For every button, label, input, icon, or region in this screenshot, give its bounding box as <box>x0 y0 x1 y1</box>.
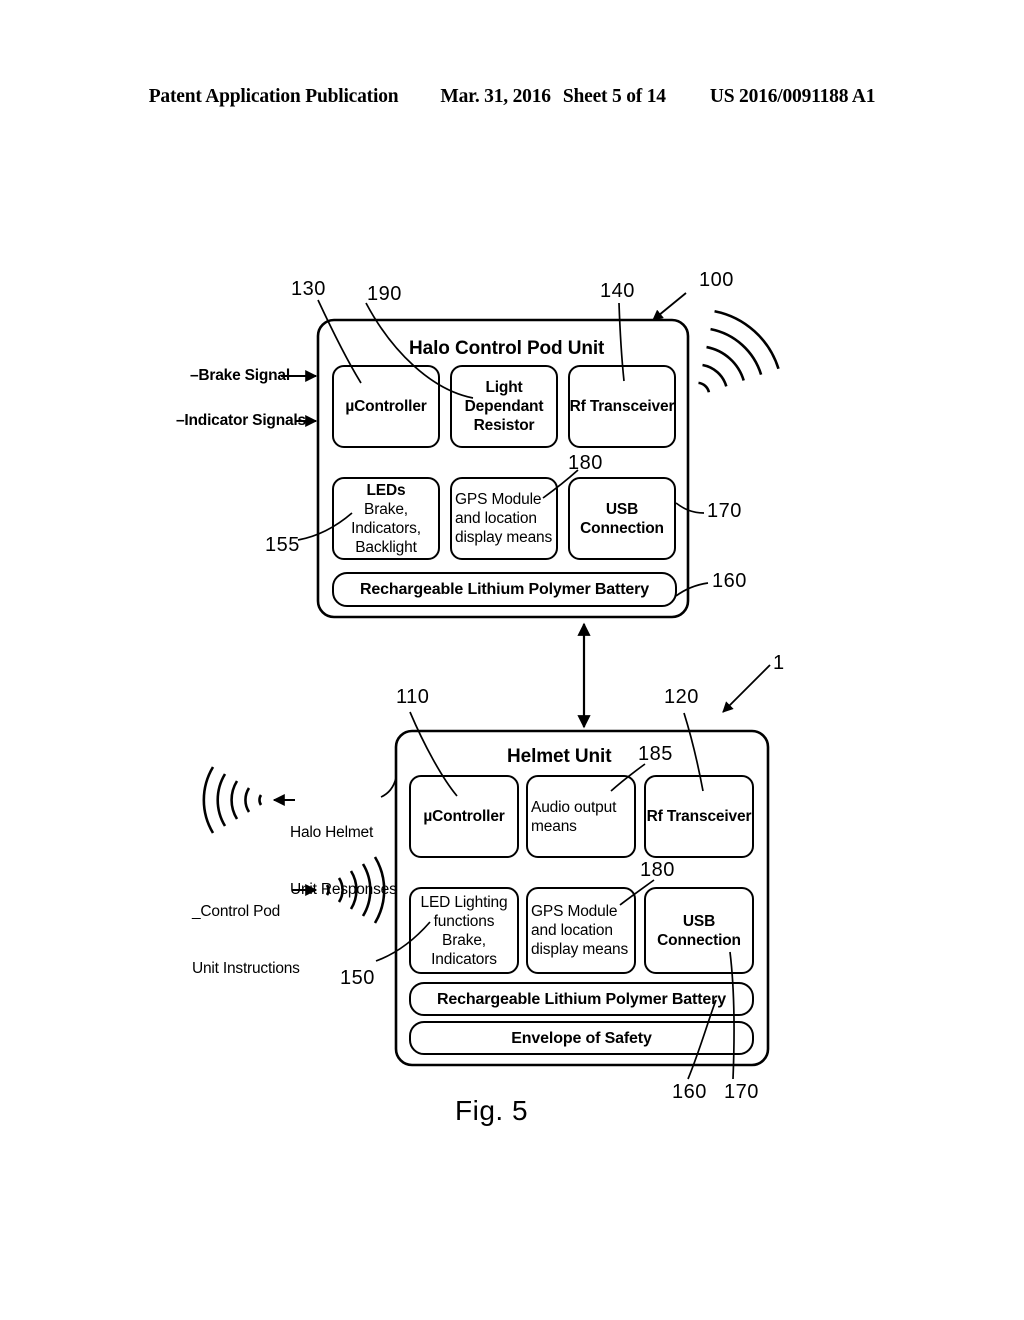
control-pod-gps-label: GPS Module and location display means <box>455 491 553 546</box>
helmet-battery-label: Rechargeable Lithium Polymer Battery <box>437 990 726 1008</box>
refnum-120: 120 <box>664 686 699 708</box>
helmet-ucontroller-label: µController <box>423 808 505 825</box>
refnum-170-top: 170 <box>707 500 742 522</box>
control-pod-leds-label: LEDs Brake, Indicators, Backlight <box>351 481 421 556</box>
refnum-190: 190 <box>367 283 402 305</box>
helmet-rf-label: Rf Transceiver <box>646 808 752 825</box>
leader-170-top <box>675 502 705 514</box>
control-pod-battery-label: Rechargeable Lithium Polymer Battery <box>360 581 649 598</box>
control-pod-rf-label: Rf Transceiver <box>569 398 675 415</box>
refnum-160-bottom: 160 <box>672 1081 707 1103</box>
refnum-185: 185 <box>638 743 673 765</box>
helmet-audio-label: Audio output means <box>531 798 617 835</box>
control-pod-ucontroller-label: µController <box>345 398 427 415</box>
refnum-155: 155 <box>265 534 300 556</box>
refnum-110: 110 <box>396 686 430 708</box>
control-pod-instructions-label: _Control Pod Unit Instructions <box>192 903 300 977</box>
refnum-160-top: 160 <box>712 570 747 592</box>
control-pod-title: Halo Control Pod Unit <box>409 338 605 359</box>
refnum-100: 100 <box>699 269 734 291</box>
figure-caption: Fig. 5 <box>455 1095 529 1126</box>
refnum-170-bottom: 170 <box>724 1081 759 1103</box>
halo-helmet-responses-label: Halo Helmet Unit Responses <box>290 824 397 898</box>
figure-5-diagram: Halo Control Pod Unit µController Light … <box>0 0 1024 1320</box>
refnum-1: 1 <box>773 652 785 674</box>
helmet-usb-label: USB Connection <box>657 912 741 949</box>
refnum-140: 140 <box>600 280 635 302</box>
refnum-150: 150 <box>340 967 375 989</box>
control-pod-ldr-label: Light Dependant Resistor <box>464 379 544 434</box>
helmet-responses-antenna-icon <box>202 766 263 834</box>
leader-100-arrow <box>652 292 687 321</box>
helmet-unit-title: Helmet Unit <box>507 746 612 767</box>
helmet-envelope-label: Envelope of Safety <box>511 1029 652 1047</box>
leader-1-arrow <box>722 664 771 713</box>
refnum-180-bottom: 180 <box>640 859 675 881</box>
control-pod-usb-label: USB Connection <box>580 500 664 537</box>
leader-160-top <box>675 582 709 597</box>
refnum-180-top: 180 <box>568 452 603 474</box>
brake-signal-label: –Brake Signal <box>190 367 290 384</box>
indicator-signals-label: –Indicator Signals <box>176 412 306 429</box>
helmet-gps-label: GPS Module and location display means <box>531 903 629 958</box>
helmet-led-lighting-label: LED Lighting functions Brake, Indicators <box>420 893 508 968</box>
refnum-130: 130 <box>291 278 326 300</box>
